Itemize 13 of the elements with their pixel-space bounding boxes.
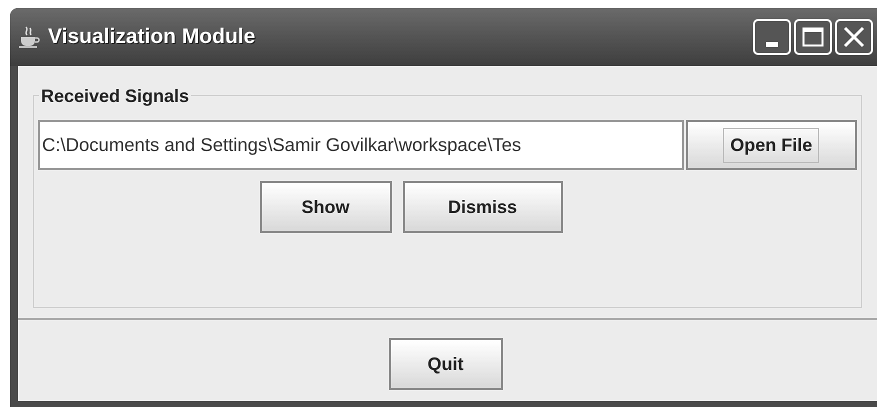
minimize-button[interactable]	[753, 19, 791, 55]
action-button[interactable]: Show	[260, 181, 392, 233]
maximize-button[interactable]	[794, 19, 832, 55]
maximize-icon	[802, 27, 824, 47]
window-title: Visualization Module	[48, 24, 256, 50]
cup-icon	[18, 25, 40, 49]
close-icon	[843, 26, 865, 48]
quit-button[interactable]: Quit	[388, 338, 502, 390]
close-button[interactable]	[835, 19, 873, 55]
open-file-button[interactable]: Open File	[686, 120, 857, 170]
minimize-icon	[766, 42, 778, 47]
action-button[interactable]: Dismiss	[402, 181, 562, 233]
file-path-field[interactable]: C:\Documents and Settings\Samir Govilkar\workspace\Tes	[38, 120, 684, 170]
